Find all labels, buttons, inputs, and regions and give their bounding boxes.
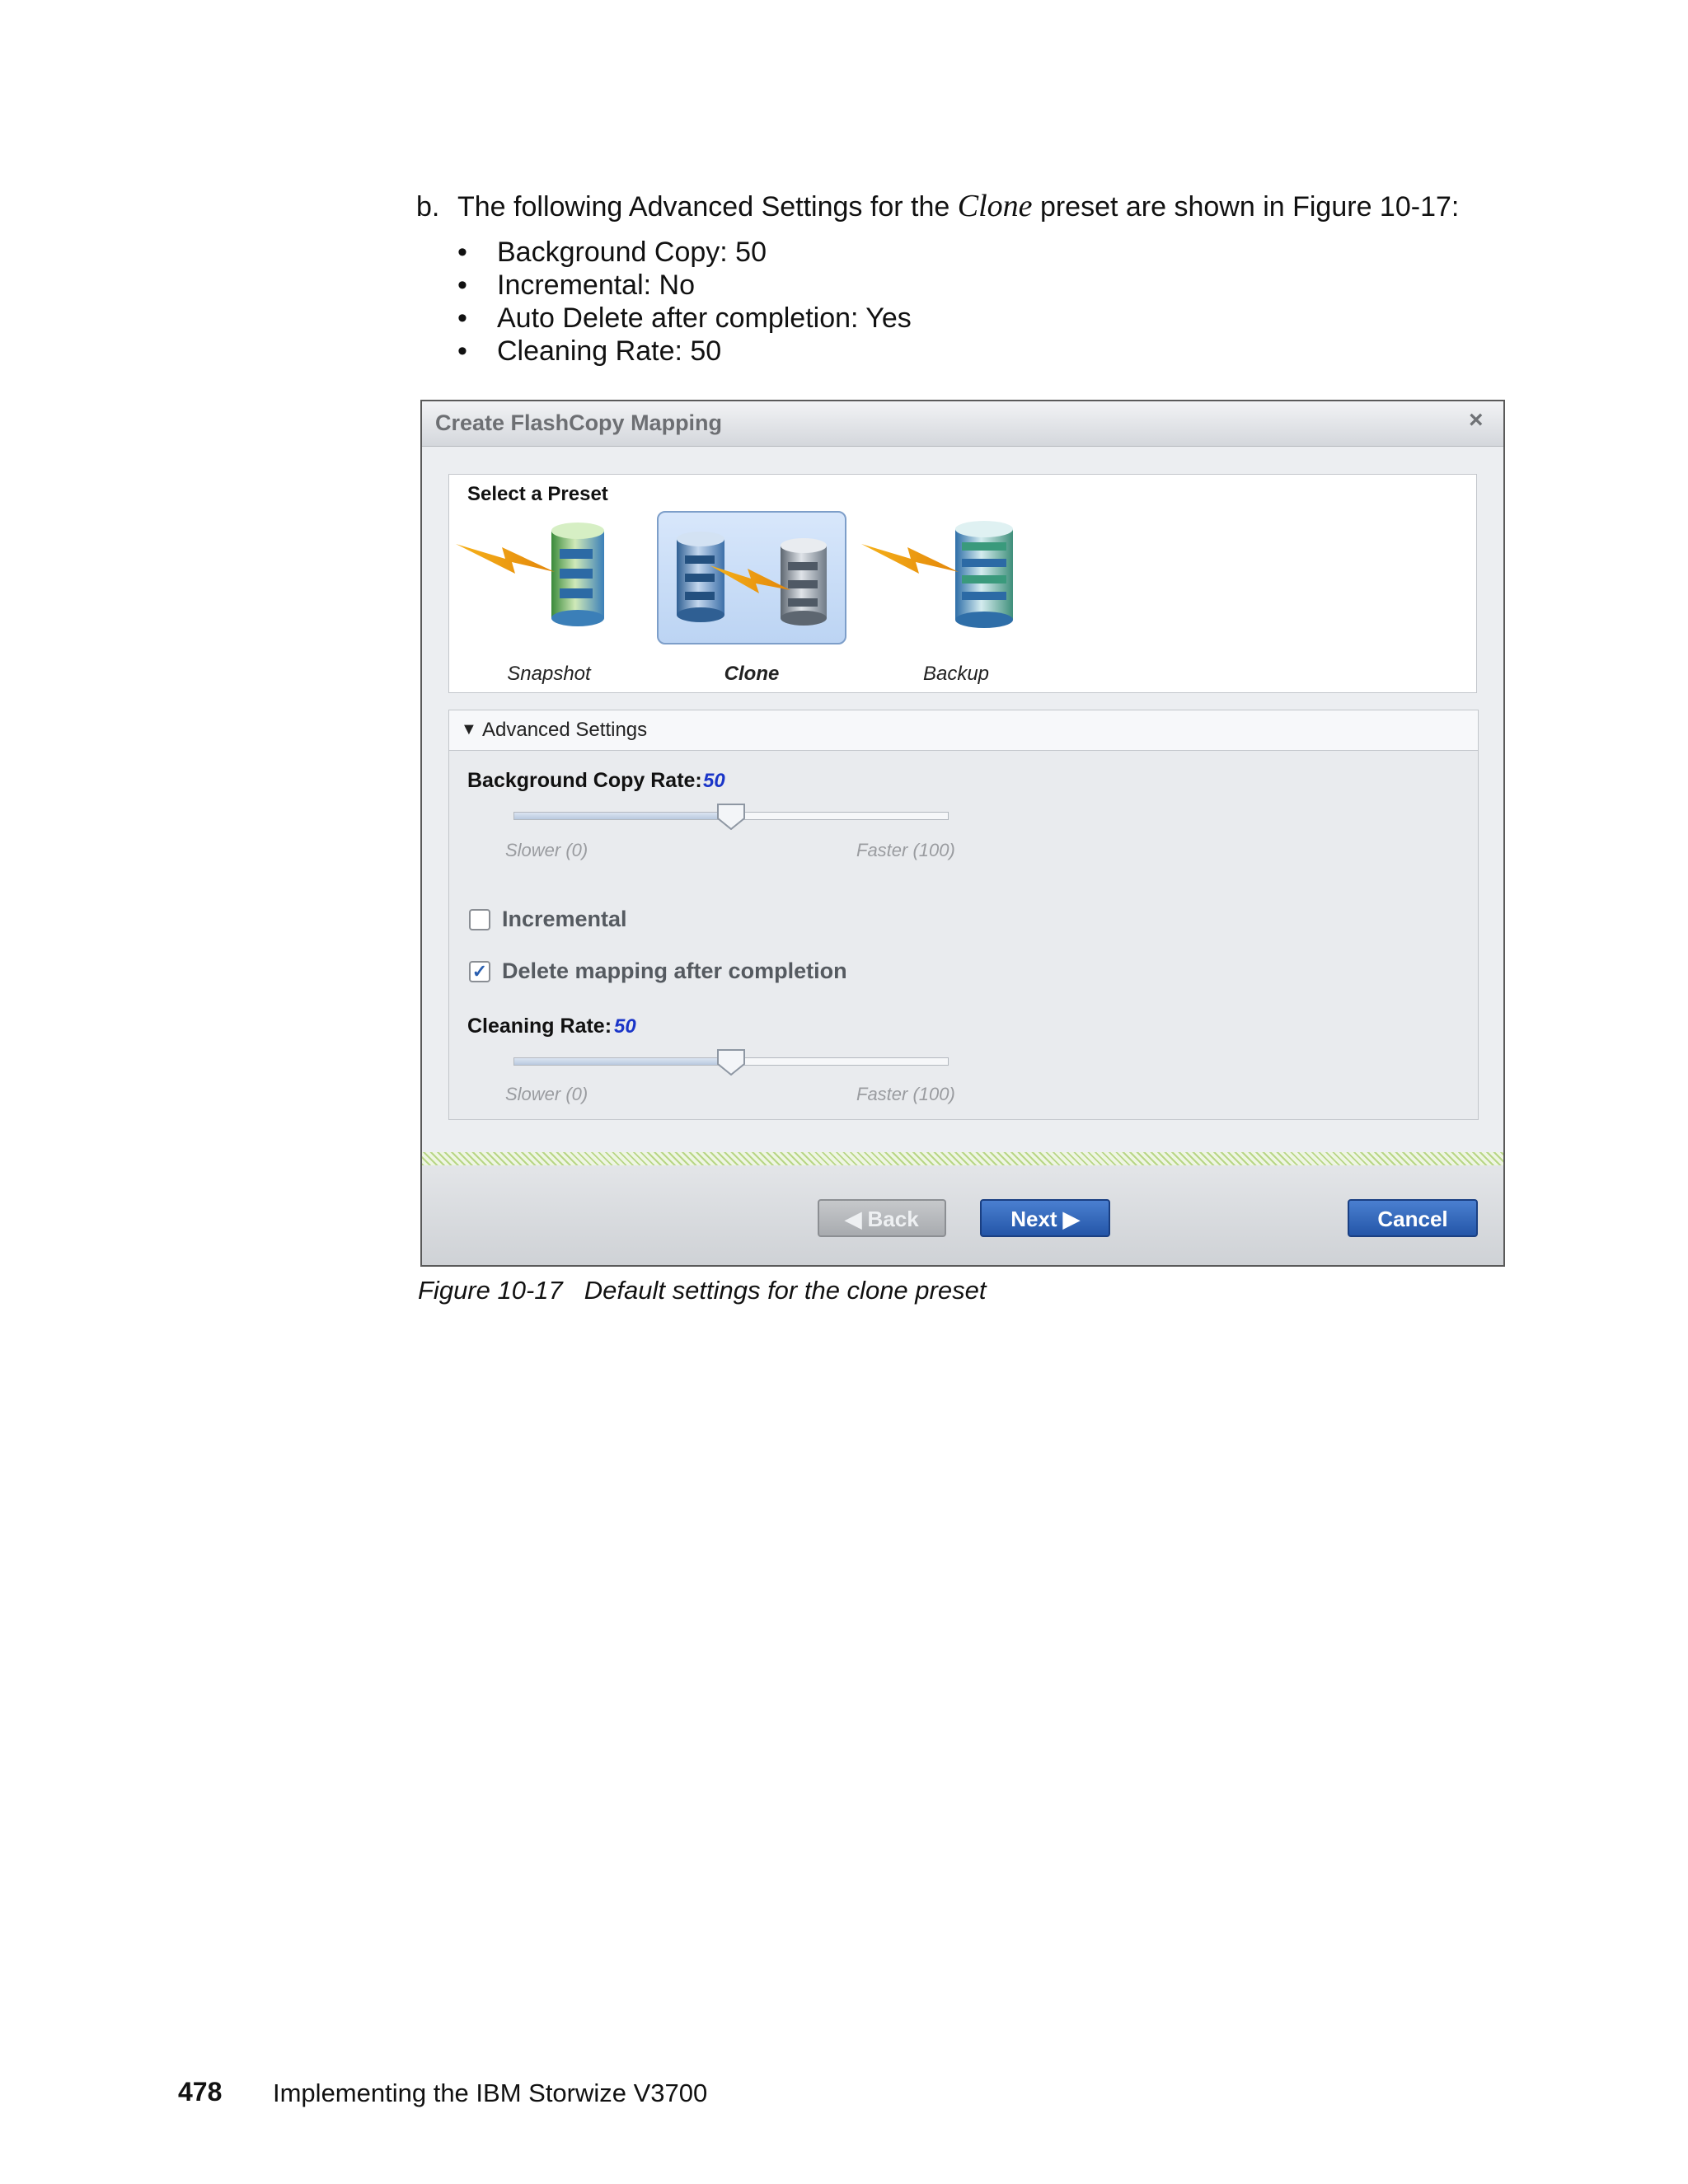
background-copy-rate-value: 50	[703, 770, 725, 792]
cleaning-rate-value: 50	[614, 1015, 636, 1038]
preset-label-backup: Backup	[922, 663, 990, 685]
book-title: Implementing the IBM Storwize V3700	[273, 2079, 708, 2107]
figure-number: Figure 10-17	[418, 1276, 563, 1305]
settings-bullet-list: • Background Copy: 50 • Incremental: No • A…	[457, 236, 912, 368]
cancel-button[interactable]: Cancel	[1348, 1199, 1478, 1237]
clone-icon	[677, 532, 827, 626]
progress-hatch-bar	[422, 1152, 1503, 1165]
slider-fill	[514, 813, 731, 819]
slider-thumb[interactable]	[717, 804, 745, 830]
chevron-down-icon: ▼	[461, 720, 477, 738]
figure-caption: Figure 10-17 Default settings for the clo…	[418, 1276, 986, 1305]
close-icon[interactable]: ×	[1469, 406, 1484, 434]
background-copy-rate-label: Background Copy Rate:	[467, 769, 702, 792]
bullet-symbol: •	[457, 302, 467, 334]
preset-panel: Select a Preset Snapshot Clone Backup	[448, 474, 1477, 693]
page-number: 478	[178, 2077, 223, 2107]
preset-backup[interactable]	[861, 511, 1051, 644]
intro-text-after: preset are shown in Figure 10-17:	[1032, 191, 1460, 223]
list-marker: b.	[416, 191, 440, 223]
back-button[interactable]: ◀ Back	[818, 1199, 946, 1237]
delete-after-label: Delete mapping after completion	[502, 958, 847, 983]
incremental-label: Incremental	[502, 907, 627, 931]
bullet-text: Incremental: No	[497, 269, 695, 301]
slider-min-label: Slower (0)	[505, 840, 588, 860]
intro-preset-name: Clone	[957, 189, 1033, 223]
slider-thumb[interactable]	[717, 1049, 745, 1076]
dialog-titlebar: Create FlashCopy Mapping ×	[422, 401, 1503, 447]
preset-clone[interactable]	[657, 511, 846, 644]
create-flashcopy-dialog: Create FlashCopy Mapping × Select a Pres…	[420, 400, 1505, 1267]
list-item: • Cleaning Rate: 50	[457, 335, 912, 368]
figure-caption-text: Default settings for the clone preset	[584, 1276, 987, 1305]
advanced-settings-body: Background Copy Rate: 50 Slower (0) Fast…	[448, 751, 1479, 1120]
advanced-settings-title: Advanced Settings	[482, 719, 648, 741]
list-item: • Incremental: No	[457, 269, 912, 302]
bullet-text: Background Copy: 50	[497, 237, 767, 268]
cleaning-rate-label: Cleaning Rate:	[467, 1015, 612, 1038]
incremental-checkbox[interactable]	[469, 909, 490, 930]
list-item: • Auto Delete after completion: Yes	[457, 302, 912, 335]
slider-min-label: Slower (0)	[505, 1084, 588, 1104]
backup-icon	[861, 521, 1013, 628]
slider-max-label: Faster (100)	[856, 1084, 955, 1104]
preset-snapshot[interactable]	[454, 511, 644, 644]
bullet-symbol: •	[457, 269, 467, 301]
bullet-symbol: •	[457, 237, 467, 268]
bullet-text: Cleaning Rate: 50	[497, 335, 722, 367]
advanced-settings-header[interactable]: ▼ Advanced Settings	[448, 710, 1479, 751]
intro-paragraph: b. The following Advanced Settings for th…	[416, 188, 1459, 225]
delete-after-checkbox[interactable]: ✓	[469, 961, 490, 982]
dialog-title: Create FlashCopy Mapping	[435, 410, 723, 435]
preset-label-snapshot: Snapshot	[507, 663, 591, 685]
snapshot-icon	[456, 523, 604, 626]
bullet-text: Auto Delete after completion: Yes	[497, 302, 912, 334]
dialog-footer	[422, 1165, 1503, 1265]
next-button[interactable]: Next ▶	[980, 1199, 1110, 1237]
intro-text-before: The following Advanced Settings for the	[457, 191, 958, 223]
slider-fill	[514, 1058, 731, 1065]
slider-max-label: Faster (100)	[856, 840, 955, 860]
preset-label-clone: Clone	[724, 663, 780, 685]
list-item: • Background Copy: 50	[457, 236, 912, 269]
preset-panel-title: Select a Preset	[467, 483, 608, 505]
bullet-symbol: •	[457, 335, 467, 367]
